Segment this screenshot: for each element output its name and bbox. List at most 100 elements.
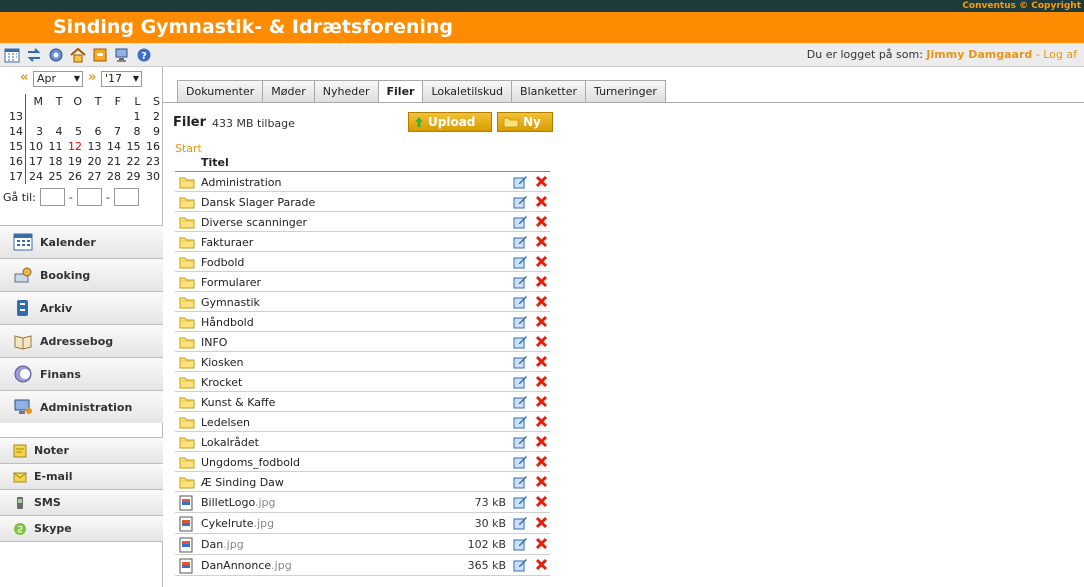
calendar-day[interactable]: 23 <box>143 154 163 169</box>
file-name[interactable]: Dan.jpg <box>201 538 244 551</box>
calendar-day[interactable]: 21 <box>104 154 124 169</box>
calendar-day[interactable]: 22 <box>123 154 143 169</box>
upload-button[interactable]: Upload <box>408 112 492 132</box>
edit-icon[interactable] <box>513 515 528 530</box>
edit-icon[interactable] <box>513 214 528 229</box>
folder-row[interactable]: Kunst & Kaffe <box>175 392 550 412</box>
goto-day-input[interactable] <box>39 188 65 206</box>
calendar-day[interactable]: 14 <box>104 139 124 154</box>
folder-row[interactable]: Ledelsen <box>175 412 550 432</box>
menu-item-adressebog[interactable]: Adressebog <box>0 324 163 357</box>
delete-icon[interactable] <box>535 395 548 408</box>
delete-icon[interactable] <box>535 335 548 348</box>
folder-name[interactable]: Kunst & Kaffe <box>201 396 275 409</box>
folder-name[interactable]: Krocket <box>201 376 242 389</box>
edit-icon[interactable] <box>513 234 528 249</box>
folder-row[interactable]: Diverse scanninger <box>175 212 550 232</box>
folder-name[interactable]: Kiosken <box>201 356 243 369</box>
edit-icon[interactable] <box>513 374 528 389</box>
calendar-day[interactable]: 18 <box>45 154 65 169</box>
swap-icon[interactable] <box>25 46 42 63</box>
delete-icon[interactable] <box>535 375 548 388</box>
folder-row[interactable]: Håndbold <box>175 312 550 332</box>
calendar-day[interactable]: 19 <box>65 154 85 169</box>
calendar-day[interactable]: 27 <box>84 169 104 184</box>
menu-item-skype[interactable]: Skype <box>0 515 163 541</box>
file-name[interactable]: DanAnnonce.jpg <box>201 559 292 572</box>
next-month-arrow[interactable]: » <box>88 70 96 85</box>
edit-icon[interactable] <box>513 174 528 189</box>
folder-row[interactable]: Krocket <box>175 372 550 392</box>
folder-row[interactable]: Fakturaer <box>175 232 550 252</box>
folder-row[interactable]: Æ Sinding Daw <box>175 472 550 492</box>
delete-icon[interactable] <box>535 275 548 288</box>
delete-icon[interactable] <box>535 175 548 188</box>
edit-icon[interactable] <box>513 434 528 449</box>
calendar-day[interactable]: 3 <box>26 124 46 139</box>
folder-row[interactable]: Ungdoms_fodbold <box>175 452 550 472</box>
prev-month-arrow[interactable]: « <box>20 70 28 85</box>
edit-icon[interactable] <box>513 334 528 349</box>
help-icon[interactable]: ? <box>135 46 152 63</box>
file-row[interactable]: BilletLogo.jpg 73 kB <box>175 492 550 513</box>
tab-moder[interactable]: Møder <box>262 80 315 102</box>
delete-icon[interactable] <box>535 295 548 308</box>
delete-icon[interactable] <box>535 255 548 268</box>
copyright-link[interactable]: Conventus © Copyright <box>962 0 1081 12</box>
calendar-day[interactable]: 11 <box>45 139 65 154</box>
folder-name[interactable]: Gymnastik <box>201 296 260 309</box>
edit-icon[interactable] <box>513 454 528 469</box>
delete-icon[interactable] <box>535 355 548 368</box>
folder-name[interactable]: Æ Sinding Daw <box>201 476 284 489</box>
folder-row[interactable]: Dansk Slager Parade <box>175 192 550 212</box>
breadcrumb[interactable]: Start <box>175 142 202 155</box>
edit-icon[interactable] <box>513 194 528 209</box>
folder-name[interactable]: Lokalrådet <box>201 436 259 449</box>
edit-icon[interactable] <box>513 294 528 309</box>
menu-item-administration[interactable]: Administration <box>0 390 163 423</box>
delete-icon[interactable] <box>535 455 548 468</box>
computer-icon[interactable] <box>113 46 130 63</box>
delete-icon[interactable] <box>535 558 548 571</box>
tab-nyheder[interactable]: Nyheder <box>313 80 379 102</box>
home-icon[interactable] <box>69 46 86 63</box>
calendar-icon[interactable] <box>3 46 20 63</box>
calendar-day[interactable]: 12 <box>65 139 85 154</box>
column-header-title[interactable]: Titel <box>201 156 229 169</box>
edit-icon[interactable] <box>513 557 528 572</box>
calendar-day[interactable]: 10 <box>26 139 46 154</box>
folder-row[interactable]: INFO <box>175 332 550 352</box>
delete-icon[interactable] <box>535 315 548 328</box>
calendar-day[interactable]: 9 <box>143 124 163 139</box>
file-row[interactable]: Cykelrute.jpg 30 kB <box>175 513 550 534</box>
archive-box-icon[interactable] <box>91 46 108 63</box>
folder-row[interactable]: Kiosken <box>175 352 550 372</box>
tab-lokaletilskud[interactable]: Lokaletilskud <box>422 80 513 102</box>
calendar-day[interactable]: 29 <box>123 169 143 184</box>
calendar-day[interactable]: 4 <box>45 124 65 139</box>
week-number[interactable]: 13 <box>6 109 26 124</box>
delete-icon[interactable] <box>535 495 548 508</box>
file-row[interactable]: Dan.jpg 102 kB <box>175 534 550 555</box>
folder-name[interactable]: Formularer <box>201 276 261 289</box>
goto-year-input[interactable] <box>113 188 139 206</box>
tab-turneringer[interactable]: Turneringer <box>585 80 666 102</box>
month-select[interactable]: Apr ▼ <box>33 71 83 87</box>
goto-month-input[interactable] <box>76 188 102 206</box>
folder-name[interactable]: Fodbold <box>201 256 244 269</box>
calendar-day[interactable]: 13 <box>84 139 104 154</box>
calendar-day[interactable]: 24 <box>26 169 46 184</box>
edit-icon[interactable] <box>513 314 528 329</box>
calendar-day[interactable]: 5 <box>65 124 85 139</box>
settings-icon[interactable] <box>47 46 64 63</box>
new-folder-button[interactable]: Ny <box>497 112 553 132</box>
edit-icon[interactable] <box>513 354 528 369</box>
delete-icon[interactable] <box>535 195 548 208</box>
edit-icon[interactable] <box>513 474 528 489</box>
delete-icon[interactable] <box>535 415 548 428</box>
folder-row[interactable]: Formularer <box>175 272 550 292</box>
folder-name[interactable]: INFO <box>201 336 227 349</box>
calendar-day[interactable]: 16 <box>143 139 163 154</box>
calendar-day[interactable]: 28 <box>104 169 124 184</box>
folder-name[interactable]: Diverse scanninger <box>201 216 307 229</box>
